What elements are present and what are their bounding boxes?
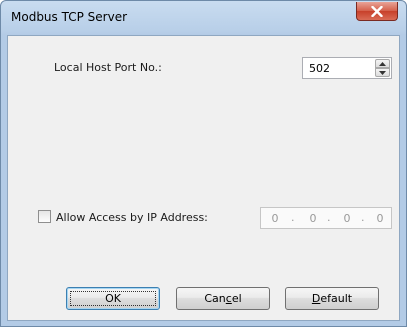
ok-button[interactable]: OK (66, 287, 160, 310)
port-input[interactable] (303, 58, 375, 78)
port-spin-buttons (375, 59, 390, 77)
spin-down-button[interactable] (375, 68, 390, 77)
focus-rectangle (70, 291, 156, 306)
port-label: Local Host Port No.: (54, 61, 162, 74)
close-button[interactable] (356, 2, 398, 21)
ip-octet-2: 0 (309, 212, 317, 225)
ip-separator: . (327, 211, 331, 224)
allow-access-checkbox[interactable] (38, 210, 51, 223)
close-icon (371, 5, 383, 17)
default-button[interactable]: Default (285, 287, 379, 310)
triangle-up-icon (379, 61, 386, 66)
ip-separator: . (291, 211, 295, 224)
window-title: Modbus TCP Server (11, 10, 128, 24)
ip-octet-3: 0 (343, 212, 351, 225)
dialog-window: Modbus TCP Server Local Host Port No.: A… (0, 0, 407, 327)
allow-access-label[interactable]: Allow Access by IP Address: (56, 211, 208, 224)
cancel-button-label: Cancel (204, 292, 242, 305)
spin-up-button[interactable] (375, 59, 390, 68)
port-spinbox[interactable] (302, 57, 392, 79)
ip-octet-1: 0 (271, 212, 279, 225)
ip-separator: . (361, 211, 365, 224)
triangle-down-icon (379, 70, 386, 75)
ip-octet-4: 0 (376, 212, 384, 225)
default-button-label: Default (311, 292, 353, 305)
dialog-body: Local Host Port No.: Allow Access by IP … (7, 35, 400, 321)
title-bar[interactable]: Modbus TCP Server (1, 1, 406, 35)
ip-address-field: 0 . 0 . 0 . 0 (260, 207, 392, 229)
cancel-button[interactable]: Cancel (176, 287, 270, 310)
